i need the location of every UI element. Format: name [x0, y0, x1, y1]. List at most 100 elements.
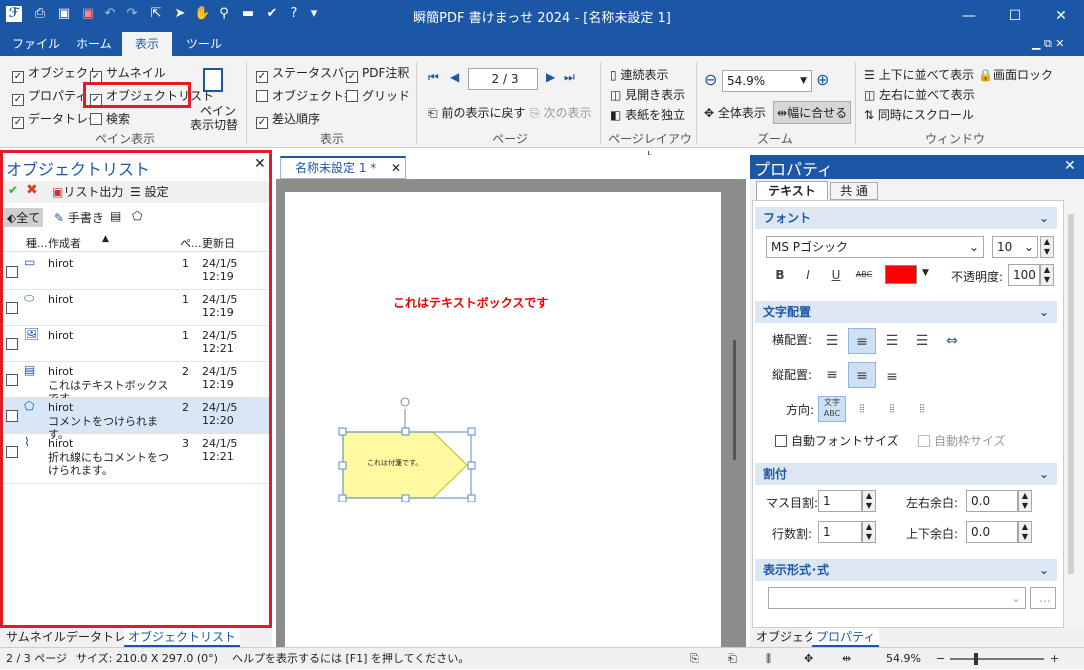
zoom-out-icon[interactable]: ⊖ [704, 70, 717, 89]
tab-object-list[interactable]: オブジェクトリスト [124, 628, 241, 647]
format-select[interactable]: ⌄ [768, 587, 1026, 609]
checkbox-status-bar[interactable]: ✓ ステータスバー [256, 66, 356, 83]
property-scrollbar[interactable] [1068, 214, 1074, 574]
lr-margin-input[interactable]: 0.0 [966, 490, 1018, 512]
next-view-button[interactable]: ⎘ 次の表示 [530, 104, 591, 121]
tab-thumbnail[interactable]: サムネイル [2, 628, 70, 647]
tab-home[interactable]: ホーム [68, 32, 120, 56]
zoom-slider-thumb[interactable] [974, 653, 978, 665]
spread-button[interactable]: ◫ 見開き表示 [610, 86, 685, 103]
direction-vertical-icon[interactable]: ⦙⦙ [848, 396, 876, 422]
tb-margin-stepper[interactable]: ▲ ▼ [1018, 521, 1032, 543]
move-icon[interactable]: ✥ [804, 648, 813, 670]
zoom-slider[interactable] [950, 658, 1044, 660]
section-font[interactable]: フォント ⌄ [755, 207, 1057, 229]
vertical-scrollbar[interactable] [733, 340, 736, 460]
first-page-icon[interactable]: ⏮ [428, 70, 439, 85]
align-center-icon[interactable]: ≡ [848, 328, 876, 354]
tb-margin-input[interactable]: 0.0 [966, 521, 1018, 543]
italic-button[interactable]: I [794, 262, 822, 288]
format-more-button[interactable]: ... [1030, 587, 1056, 609]
cell-split-stepper[interactable]: ▲ ▼ [862, 490, 876, 512]
opacity-stepper[interactable]: ▲ ▼ [1040, 264, 1054, 286]
strike-button[interactable]: ABC [850, 262, 878, 288]
prev-page-icon[interactable]: ◀ [450, 70, 459, 84]
color-dropdown-icon[interactable]: ▼ [922, 268, 929, 278]
zoom-minus-icon[interactable]: − [936, 648, 945, 670]
tab-tools[interactable]: ツール [178, 32, 230, 56]
font-size-stepper[interactable]: ▲ ▼ [1040, 236, 1054, 258]
section-split[interactable]: 割付 ⌄ [755, 463, 1057, 485]
pane-switch-icon[interactable] [203, 68, 223, 92]
fit-width-button[interactable]: ⇹幅に合せる [773, 101, 852, 124]
font-name-select[interactable]: MS Pゴシック ⌄ [766, 236, 984, 258]
tag-annotation[interactable] [335, 392, 480, 502]
next-page-icon[interactable]: ▶ [546, 70, 555, 84]
full-view-button[interactable]: ✥ 全体表示 [704, 104, 766, 121]
prev-view-button[interactable]: ⎗ 前の表示に戻す [428, 104, 525, 121]
tile-vertical-button[interactable]: ☰ 上下に並べて表示 [864, 66, 974, 83]
section-align[interactable]: 文字配置 ⌄ [755, 301, 1057, 323]
page-width-icon[interactable]: ⎗ [728, 648, 737, 670]
close-button[interactable]: ✕ [1038, 0, 1084, 32]
lr-margin-stepper[interactable]: ▲ ▼ [1018, 490, 1032, 512]
tab-common[interactable]: 共 通 [830, 182, 878, 200]
page-number-input[interactable]: 2 / 3 [468, 68, 538, 90]
section-format[interactable]: 表示形式･式 ⌄ [755, 559, 1057, 581]
pdf-page[interactable]: これはテキストボックスです これは付箋です。 [285, 192, 721, 647]
direction-rotate2-icon[interactable]: ⦙⦙ [908, 396, 936, 422]
valign-top-icon[interactable]: ≡ [818, 362, 846, 388]
zoom-select[interactable]: 54.9% ▼ [722, 70, 812, 92]
direction-rotate-icon[interactable]: ⦙⦙ [878, 396, 906, 422]
zoom-plus-icon[interactable]: + [1050, 648, 1059, 670]
last-page-icon[interactable]: ⏭ [564, 70, 575, 85]
checkbox-property[interactable]: ✓ プロパティ [12, 89, 87, 106]
document-tab[interactable]: 名称未設定 1 * ✕ [280, 156, 406, 179]
align-justify-icon[interactable]: ☰ [908, 328, 936, 354]
align-distribute-icon[interactable]: ⇔ [938, 328, 966, 354]
checkbox-thumbnail[interactable]: ✓ サムネイル [90, 66, 166, 83]
checkbox-object[interactable]: ✓ オブジェクト [12, 66, 100, 83]
minimize-button[interactable]: — [946, 0, 992, 32]
continuous-icon[interactable]: ⫼ [766, 648, 771, 670]
maximize-button[interactable]: ☐ [992, 0, 1038, 32]
doc-window-controls[interactable]: ▁ ⧉ ✕ [1024, 32, 1073, 56]
sync-scroll-button[interactable]: ⇅ 同時にスクロール [864, 106, 974, 123]
tab-view[interactable]: 表示 [122, 32, 172, 56]
fit-icon[interactable]: ⇹ [842, 648, 851, 670]
underline-button[interactable]: U [822, 262, 850, 288]
checkbox-grid[interactable]: グリッド [346, 89, 410, 105]
continuous-button[interactable]: ▯ 連続表示 [610, 66, 668, 83]
font-color-swatch[interactable] [885, 265, 917, 284]
page-fit-icon[interactable]: ⎘ [690, 648, 699, 670]
tile-horizontal-button[interactable]: ◫ 左右に並べて表示 [864, 86, 975, 103]
checkbox-auto-font[interactable]: 自動フォントサイズ [775, 434, 899, 450]
row-split-stepper[interactable]: ▲ ▼ [862, 521, 876, 543]
close-tab-icon[interactable]: ✕ [391, 158, 401, 178]
cell-split-input[interactable]: 1 [818, 490, 862, 512]
cover-button[interactable]: ◧ 表紙を独立 [610, 106, 685, 123]
zoom-in-icon[interactable]: ⊕ [816, 70, 829, 89]
row-split-input[interactable]: 1 [818, 521, 862, 543]
checkbox-insert-order[interactable]: ✓ 差込順序 [256, 112, 320, 129]
checkbox-search[interactable]: 検索 [90, 112, 130, 128]
checkbox-data-tray[interactable]: ✓ データトレー [12, 112, 100, 129]
tab-property[interactable]: プロパティ [812, 628, 880, 647]
close-pane-icon[interactable]: ✕ [1064, 158, 1076, 174]
pane-switch-label-2[interactable]: 表示切替 [190, 116, 238, 133]
tab-file[interactable]: ファイル [4, 32, 68, 56]
bold-button[interactable]: B [766, 262, 794, 288]
valign-middle-icon[interactable]: ≡ [848, 362, 876, 388]
align-right-icon[interactable]: ☰ [878, 328, 906, 354]
text-box[interactable]: これはテキストボックスです [393, 292, 553, 314]
align-left-icon[interactable]: ☰ [818, 328, 846, 354]
opacity-input[interactable]: 100 [1008, 264, 1040, 286]
checkbox-pdf-annot[interactable]: ✓ PDF注釈 [346, 66, 409, 83]
font-size-select[interactable]: 10 ⌄ [992, 236, 1038, 258]
direction-horizontal-icon[interactable]: 文字 ABC [818, 396, 846, 422]
screen-lock-button[interactable]: 🔒画面ロック [978, 66, 1053, 83]
checkbox-object-name[interactable]: オブジェクト名 [256, 89, 356, 105]
valign-bottom-icon[interactable]: ≡ [878, 364, 906, 390]
tab-text[interactable]: テキスト [756, 181, 828, 201]
checkbox-auto-frame[interactable]: 自動枠サイズ [918, 434, 1006, 450]
